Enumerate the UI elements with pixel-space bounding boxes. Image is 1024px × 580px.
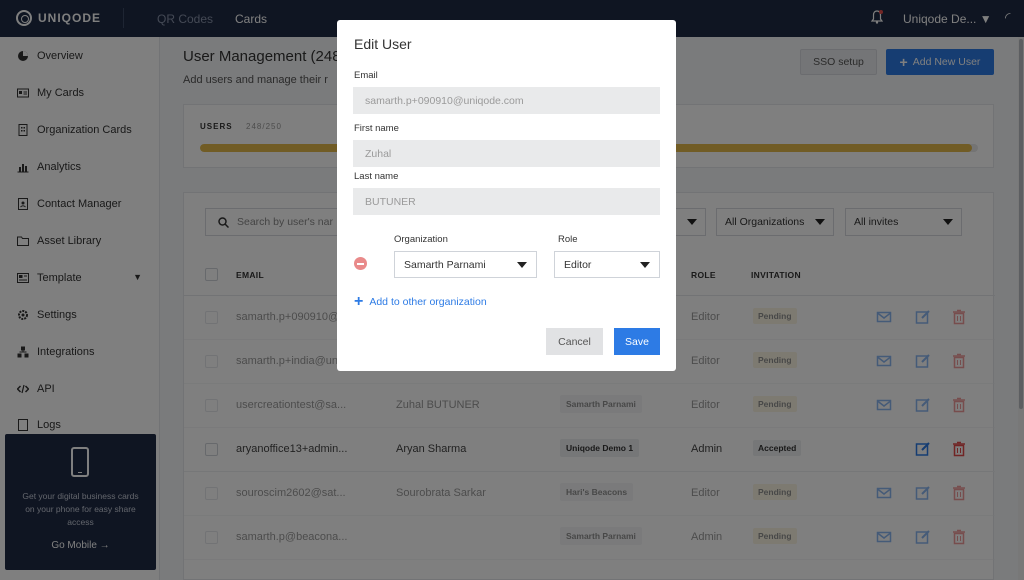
last-name-label: Last name (354, 171, 399, 182)
save-button[interactable]: Save (614, 328, 660, 355)
role-label: Role (558, 234, 578, 245)
last-name-field[interactable] (353, 188, 660, 215)
first-name-field[interactable] (353, 140, 660, 167)
chevron-down-icon (517, 261, 527, 268)
organization-select[interactable]: Samarth Parnami (394, 251, 537, 278)
chevron-down-icon (640, 261, 650, 268)
add-org-label: Add to other organization (369, 296, 487, 308)
email-field[interactable] (353, 87, 660, 114)
role-select[interactable]: Editor (554, 251, 660, 278)
organization-select-value: Samarth Parnami (404, 258, 486, 271)
plus-icon: + (354, 293, 364, 310)
cancel-button[interactable]: Cancel (546, 328, 603, 355)
add-to-other-organization-link[interactable]: + Add to other organization (354, 293, 487, 310)
organization-label: Organization (394, 234, 448, 245)
modal-title: Edit User (354, 36, 412, 52)
edit-user-modal: Edit User Email First name Last name Org… (337, 20, 676, 371)
email-label: Email (354, 70, 378, 81)
first-name-label: First name (354, 123, 399, 134)
remove-organization-icon[interactable] (354, 257, 367, 270)
role-select-value: Editor (564, 258, 592, 271)
